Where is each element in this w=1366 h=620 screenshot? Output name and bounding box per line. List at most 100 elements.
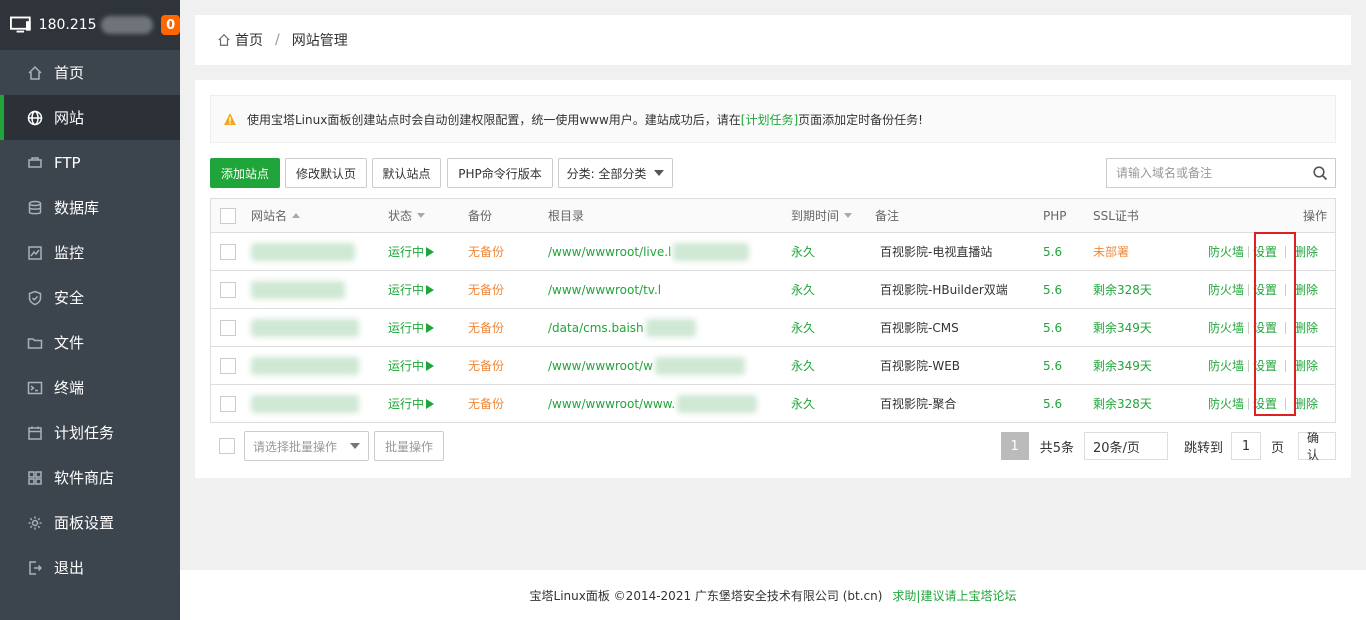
remark-text[interactable]: 百视影院-电视直播站 [880,233,992,270]
ssl-link[interactable]: 剩余328天 [1093,271,1152,308]
root-path-redaction [654,356,745,375]
expire-link[interactable]: 永久 [791,385,815,422]
expire-link[interactable]: 永久 [791,309,815,346]
row-checkbox[interactable] [220,385,236,422]
forum-link[interactable]: 求助|建议请上宝塔论坛 [892,587,1016,604]
cron-link[interactable]: [计划任务] [741,111,798,128]
ssl-link[interactable]: 未部署 [1093,233,1129,270]
ssl-link[interactable]: 剩余349天 [1093,309,1152,346]
row-checkbox[interactable] [220,309,236,346]
page-current[interactable]: 1 [1000,432,1029,460]
backup-link[interactable]: 无备份 [468,309,504,346]
ip-redaction [100,16,154,34]
batch-select[interactable]: 请选择批量操作 [244,431,369,461]
col-expire[interactable]: 到期时间 [791,199,853,232]
select-all-checkbox[interactable] [220,199,236,232]
breadcrumb-home[interactable]: 首页 [235,30,263,50]
notification-badge[interactable]: 0 [161,15,180,35]
site-name[interactable] [251,233,355,270]
backup-link[interactable]: 无备份 [468,347,504,384]
col-name[interactable]: 网站名 [251,199,301,232]
calendar-icon [26,424,44,442]
sidebar-item-database[interactable]: 数据库 [0,185,180,230]
site-name[interactable] [251,309,359,346]
sidebar-item-website[interactable]: 网站 [0,95,180,140]
row-checkbox[interactable] [220,347,236,384]
sidebar-item-settings[interactable]: 面板设置 [0,500,180,545]
expire-link[interactable]: 永久 [791,233,815,270]
root-path-link[interactable]: /www/wwwroot/w [548,347,745,384]
expire-link[interactable]: 永久 [791,271,815,308]
backup-link[interactable]: 无备份 [468,385,504,422]
firewall-link[interactable]: 防火墙 [1208,243,1244,260]
firewall-link[interactable]: 防火墙 [1208,281,1244,298]
search-input[interactable] [1107,159,1305,187]
php-version-link[interactable]: 5.6 [1043,347,1062,384]
php-version-link[interactable]: 5.6 [1043,271,1062,308]
sidebar-item-store[interactable]: 软件商店 [0,455,180,500]
php-version-link[interactable]: 5.6 [1043,385,1062,422]
sidebar-item-security[interactable]: 安全 [0,275,180,320]
row-checkbox[interactable] [220,233,236,270]
table-row: 运行中 无备份/www/wwwroot/live.l 永久 百视影院-电视直播站 5.6… [211,233,1335,271]
delete-link[interactable]: 删除 [1294,319,1318,336]
expire-link[interactable]: 永久 [791,347,815,384]
site-name[interactable] [251,385,359,422]
root-path-link[interactable]: /www/wwwroot/tv.l [548,271,661,308]
sidebar-item-logout[interactable]: 退出 [0,545,180,590]
play-icon [426,398,435,409]
confirm-button[interactable]: 确认 [1298,431,1336,462]
row-checkbox[interactable] [220,271,236,308]
remark-text[interactable]: 百视影院-WEB [880,347,960,384]
search-icon[interactable] [1305,159,1335,187]
firewall-link[interactable]: 防火墙 [1208,395,1244,412]
root-path-link[interactable]: /www/wwwroot/www. [548,385,758,422]
jump-input[interactable]: 1 [1230,432,1261,460]
firewall-link[interactable]: 防火墙 [1208,357,1244,374]
category-select[interactable]: 分类: 全部分类 [558,158,673,188]
firewall-link[interactable]: 防火墙 [1208,319,1244,336]
add-site-button[interactable]: 添加站点 [210,158,280,188]
modify-default-page-button[interactable]: 修改默认页 [285,158,367,188]
sidebar-item-ftp[interactable]: FTP [0,140,180,185]
sidebar-item-terminal[interactable]: 终端 [0,365,180,410]
php-cli-button[interactable]: PHP命令行版本 [447,158,553,188]
site-name-redaction [251,318,359,337]
status-toggle[interactable]: 运行中 [388,347,435,384]
ssl-link[interactable]: 剩余328天 [1093,385,1152,422]
ssl-link[interactable]: 剩余349天 [1093,347,1152,384]
per-page-select[interactable]: 20条/页 [1083,432,1168,460]
remark-text[interactable]: 百视影院-CMS [880,309,959,346]
delete-link[interactable]: 删除 [1294,395,1318,412]
sidebar-item-label: 终端 [54,379,85,397]
php-version-link[interactable]: 5.6 [1043,309,1062,346]
delete-link[interactable]: 删除 [1294,281,1318,298]
divider [1248,283,1250,296]
backup-link[interactable]: 无备份 [468,271,504,308]
status-toggle[interactable]: 运行中 [388,271,435,308]
default-site-button[interactable]: 默认站点 [372,158,441,188]
batch-action-button[interactable]: 批量操作 [374,431,444,461]
root-path-link[interactable]: /data/cms.baish [548,309,696,346]
php-version-link[interactable]: 5.6 [1043,233,1062,270]
root-path-redaction [645,318,696,337]
status-toggle[interactable]: 运行中 [388,233,435,270]
sidebar-item-cron[interactable]: 计划任务 [0,410,180,455]
remark-text[interactable]: 百视影院-聚合 [880,385,956,422]
sidebar-item-monitor[interactable]: 监控 [0,230,180,275]
sidebar-item-label: 监控 [54,244,85,262]
delete-link[interactable]: 删除 [1294,243,1318,260]
remark-text[interactable]: 百视影院-HBuilder双端 [880,271,1008,308]
status-toggle[interactable]: 运行中 [388,385,435,422]
site-name[interactable] [251,347,359,384]
status-toggle[interactable]: 运行中 [388,309,435,346]
backup-link[interactable]: 无备份 [468,233,504,270]
col-status[interactable]: 状态 [388,199,426,232]
delete-link[interactable]: 删除 [1294,357,1318,374]
play-icon [426,360,435,371]
root-path-link[interactable]: /www/wwwroot/live.l [548,233,750,270]
batch-checkbox[interactable] [219,438,235,454]
sidebar-item-files[interactable]: 文件 [0,320,180,365]
site-name[interactable] [251,271,345,308]
sidebar-item-home[interactable]: 首页 [0,50,180,95]
